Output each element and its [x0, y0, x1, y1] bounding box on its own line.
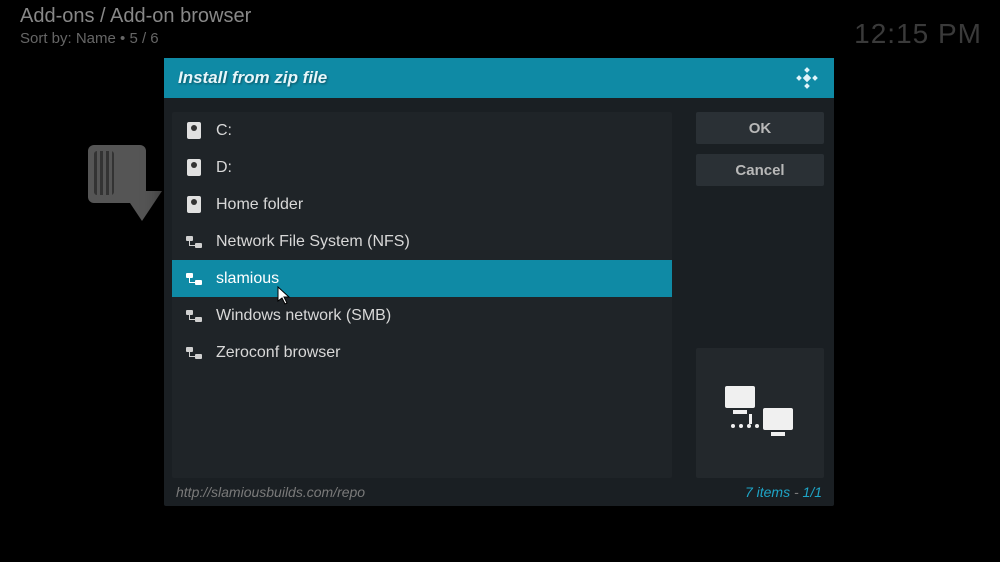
- dialog-header: Install from zip file: [164, 58, 834, 98]
- preview-thumbnail: [696, 348, 824, 478]
- file-item-label: slamious: [216, 270, 279, 288]
- file-item-label: Network File System (NFS): [216, 233, 410, 251]
- footer-item-count: 7 items - 1/1: [745, 484, 822, 500]
- drive-icon: [184, 121, 204, 141]
- install-from-zip-dialog: Install from zip file C: D: Home folder Net…: [164, 58, 834, 506]
- file-item-network-file-system-nfs[interactable]: Network File System (NFS): [172, 223, 672, 260]
- cancel-button[interactable]: Cancel: [696, 154, 824, 186]
- footer-url: http://slamiousbuilds.com/repo: [176, 484, 365, 500]
- breadcrumb: Add-ons / Add-on browser: [20, 5, 251, 28]
- file-item-d[interactable]: D:: [172, 149, 672, 186]
- file-item-slamious[interactable]: slamious: [172, 260, 672, 297]
- file-browser-list[interactable]: C: D: Home folder Network File System (NFS)…: [172, 112, 672, 478]
- network-icon: [184, 306, 204, 326]
- network-icon: [184, 232, 204, 252]
- kodi-logo-icon: [794, 65, 820, 91]
- file-item-label: Home folder: [216, 196, 303, 214]
- zip-file-icon: [88, 145, 160, 233]
- network-icon: [184, 269, 204, 289]
- file-item-windows-network-smb[interactable]: Windows network (SMB): [172, 297, 672, 334]
- file-item-c[interactable]: C:: [172, 112, 672, 149]
- sort-info: Sort by: Name • 5 / 6: [20, 30, 159, 47]
- ok-button[interactable]: OK: [696, 112, 824, 144]
- network-icon: [184, 343, 204, 363]
- clock: 12:15 PM: [854, 18, 982, 50]
- dialog-title: Install from zip file: [178, 68, 327, 88]
- file-item-zeroconf-browser[interactable]: Zeroconf browser: [172, 334, 672, 371]
- file-item-label: Windows network (SMB): [216, 307, 391, 325]
- drive-icon: [184, 195, 204, 215]
- drive-icon: [184, 158, 204, 178]
- file-item-home-folder[interactable]: Home folder: [172, 186, 672, 223]
- file-item-label: Zeroconf browser: [216, 344, 341, 362]
- file-item-label: D:: [216, 159, 232, 177]
- file-item-label: C:: [216, 122, 232, 140]
